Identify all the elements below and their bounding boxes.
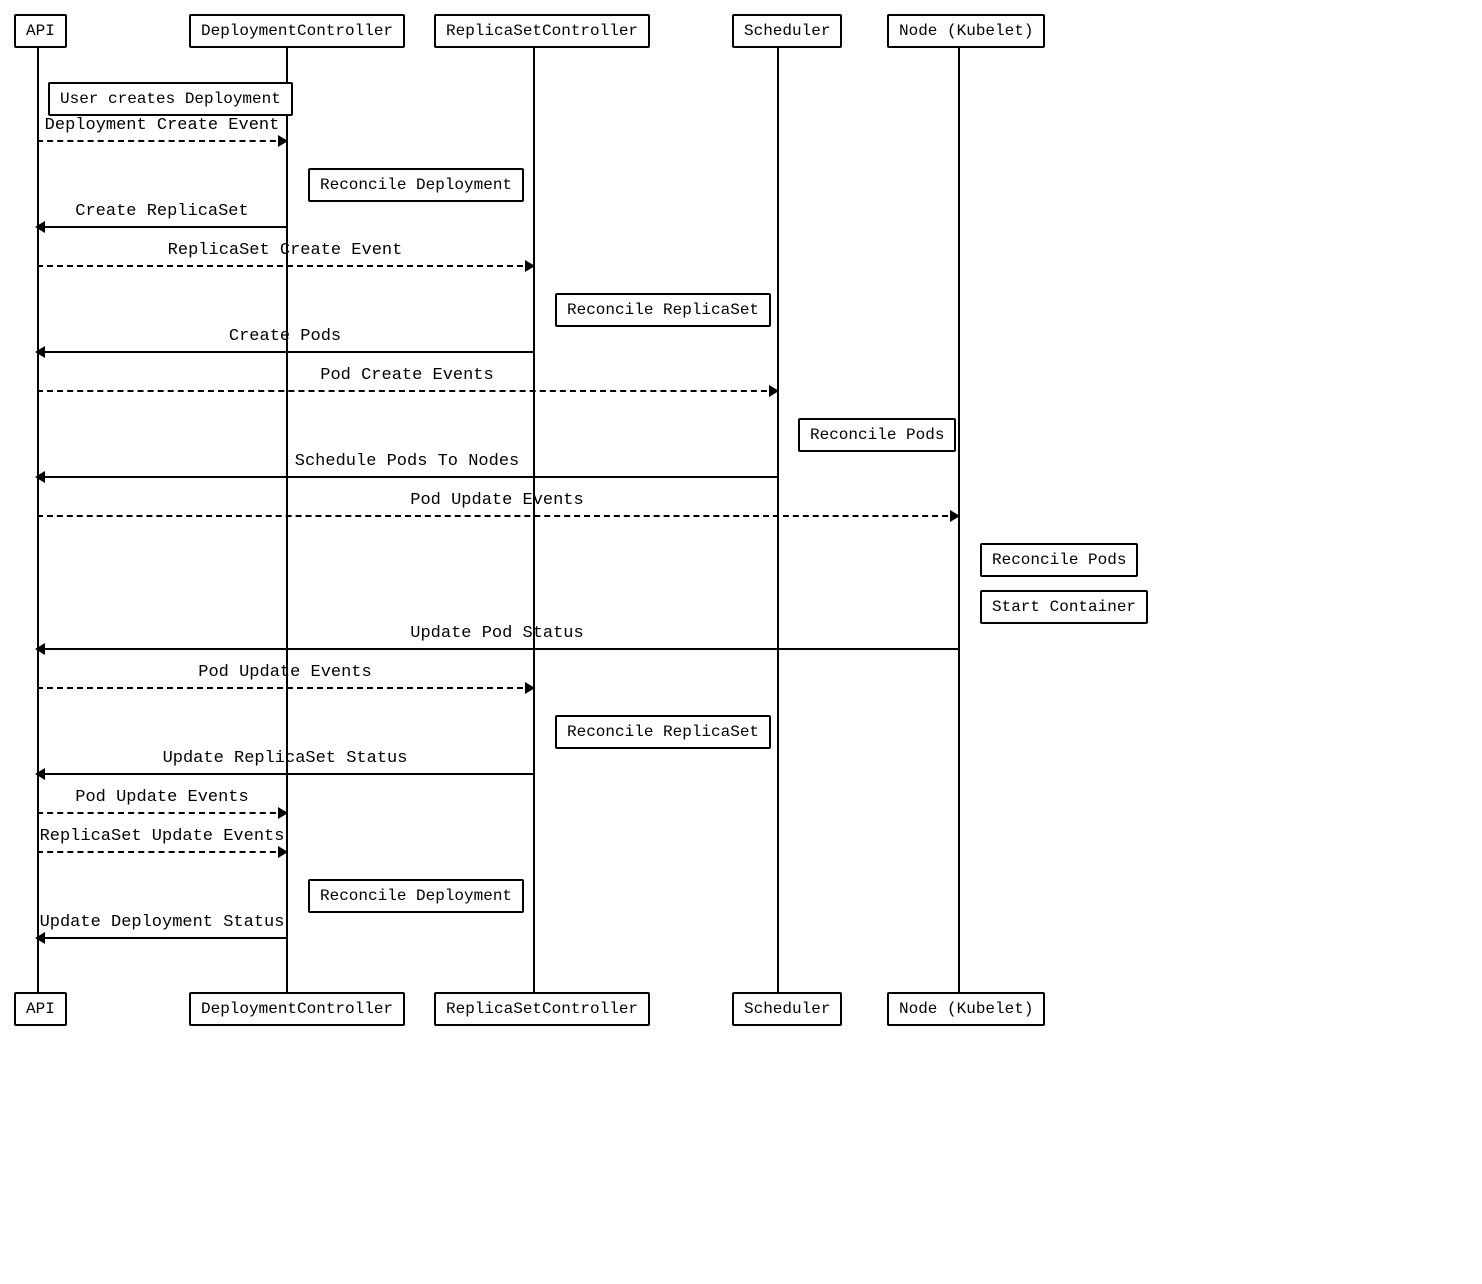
msg-pod-create-events [37, 390, 777, 392]
note-label: Reconcile Pods [810, 426, 944, 444]
msg-label: Update ReplicaSet Status [163, 749, 408, 770]
note-label: Reconcile Deployment [320, 887, 512, 905]
participant-label: Scheduler [744, 1000, 830, 1018]
participant-node-bottom: Node (Kubelet) [887, 992, 1045, 1026]
participant-dc-bottom: DeploymentController [189, 992, 405, 1026]
participant-api-top: API [14, 14, 67, 48]
arrowhead-right-icon [769, 385, 779, 397]
msg-label: Pod Update Events [198, 663, 371, 684]
msg-label: Create ReplicaSet [75, 202, 248, 223]
participant-label: Scheduler [744, 22, 830, 40]
note-label: Start Container [992, 598, 1136, 616]
arrowhead-right-icon [278, 135, 288, 147]
msg-label: ReplicaSet Update Events [40, 827, 285, 848]
participant-dc-top: DeploymentController [189, 14, 405, 48]
msg-replicaset-update-events [37, 851, 286, 853]
msg-update-pod-status [37, 648, 958, 650]
arrowhead-left-icon [35, 768, 45, 780]
note-reconcile-pods-node: Reconcile Pods [980, 543, 1138, 577]
msg-label: Schedule Pods To Nodes [295, 452, 519, 473]
note-reconcile-replicaset-1: Reconcile ReplicaSet [555, 293, 771, 327]
note-label: Reconcile Pods [992, 551, 1126, 569]
msg-pod-update-events-node [37, 515, 958, 517]
msg-label: Pod Create Events [320, 366, 493, 387]
participant-sched-bottom: Scheduler [732, 992, 842, 1026]
participant-api-bottom: API [14, 992, 67, 1026]
arrowhead-left-icon [35, 643, 45, 655]
msg-create-replicaset [37, 226, 286, 228]
arrowhead-left-icon [35, 346, 45, 358]
msg-label: Update Pod Status [410, 624, 583, 645]
msg-label: Pod Update Events [75, 788, 248, 809]
arrowhead-right-icon [525, 260, 535, 272]
participant-label: API [26, 1000, 55, 1018]
arrowhead-right-icon [525, 682, 535, 694]
msg-label: Deployment Create Event [45, 116, 280, 137]
participant-node-top: Node (Kubelet) [887, 14, 1045, 48]
arrowhead-right-icon [278, 807, 288, 819]
participant-sched-top: Scheduler [732, 14, 842, 48]
msg-label: Create Pods [229, 327, 341, 348]
msg-label: ReplicaSet Create Event [168, 241, 403, 262]
msg-pod-update-events-dc [37, 812, 286, 814]
msg-replicaset-create-event [37, 265, 533, 267]
msg-deployment-create-event [37, 140, 286, 142]
arrowhead-left-icon [35, 221, 45, 233]
participant-label: DeploymentController [201, 1000, 393, 1018]
sequence-diagram: API DeploymentController ReplicaSetContr… [0, 0, 1482, 1284]
note-label: Reconcile Deployment [320, 176, 512, 194]
msg-label: Update Deployment Status [40, 913, 285, 934]
participant-label: Node (Kubelet) [899, 22, 1033, 40]
participant-label: API [26, 22, 55, 40]
participant-label: Node (Kubelet) [899, 1000, 1033, 1018]
participant-label: ReplicaSetController [446, 1000, 638, 1018]
note-reconcile-pods-sched: Reconcile Pods [798, 418, 956, 452]
msg-label: Pod Update Events [410, 491, 583, 512]
note-user-creates-deployment: User creates Deployment [48, 82, 293, 116]
msg-create-pods [37, 351, 533, 353]
note-label: Reconcile ReplicaSet [567, 723, 759, 741]
note-start-container: Start Container [980, 590, 1148, 624]
participant-rsc-bottom: ReplicaSetController [434, 992, 650, 1026]
note-reconcile-replicaset-2: Reconcile ReplicaSet [555, 715, 771, 749]
note-reconcile-deployment-2: Reconcile Deployment [308, 879, 524, 913]
msg-schedule-pods-to-nodes [37, 476, 777, 478]
msg-update-deployment-status [37, 937, 286, 939]
arrowhead-left-icon [35, 471, 45, 483]
note-reconcile-deployment-1: Reconcile Deployment [308, 168, 524, 202]
participant-label: ReplicaSetController [446, 22, 638, 40]
arrowhead-right-icon [950, 510, 960, 522]
note-label: Reconcile ReplicaSet [567, 301, 759, 319]
msg-update-replicaset-status [37, 773, 533, 775]
participant-label: DeploymentController [201, 22, 393, 40]
note-label: User creates Deployment [60, 90, 281, 108]
participant-rsc-top: ReplicaSetController [434, 14, 650, 48]
msg-pod-update-events-rsc [37, 687, 533, 689]
